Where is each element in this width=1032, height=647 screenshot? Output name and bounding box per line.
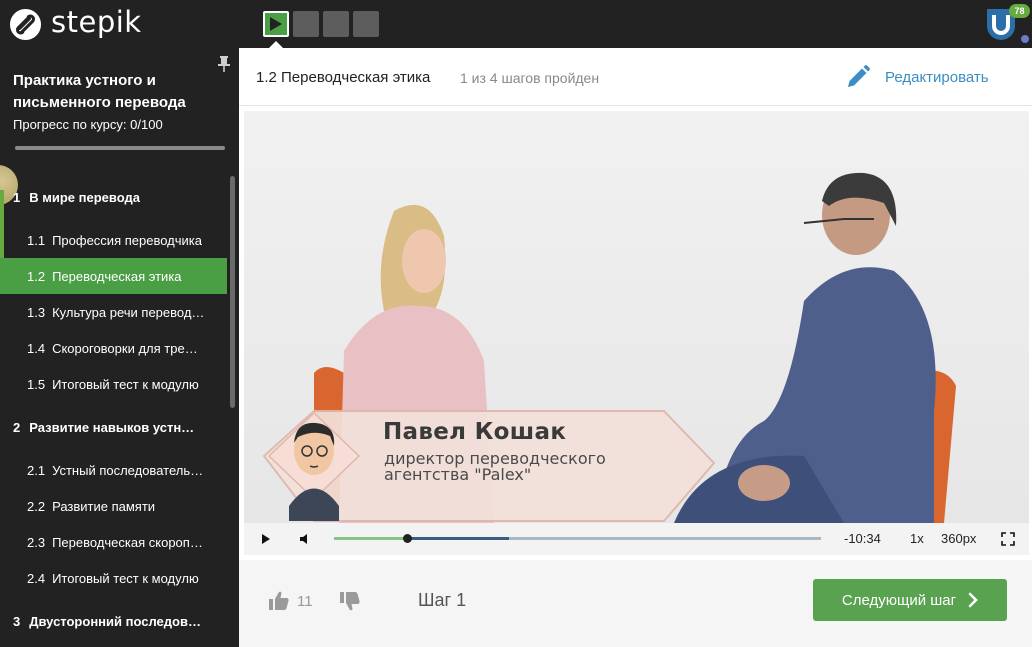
fullscreen-icon[interactable] [1001,532,1015,546]
woman-face [402,229,446,293]
sidebar-lesson[interactable]: 1.5 Итоговый тест к модулю [0,366,227,402]
video-frame[interactable]: Павел Кошак директор переводческого аген… [244,111,1029,523]
next-step-button[interactable]: Следующий шаг [813,579,1007,621]
likes-count: 11 [297,593,313,610]
sidebar-item-label: Двусторонний последов… [29,613,201,629]
sidebar-item-number: 2.3 [27,534,46,550]
sidebar-item-label: Итоговый тест к модулю [52,570,199,586]
video-timeline[interactable] [334,534,821,543]
logo-text: stepik [51,5,142,39]
sidebar-item-number: 2.2 [27,498,46,514]
timeline-buffered [407,537,510,540]
step-4[interactable] [353,11,379,37]
stepik-logo[interactable]: stepik [9,5,142,41]
thumbs-up-icon[interactable] [268,590,290,612]
sidebar-item-number: 1.4 [27,340,46,356]
sidebar-module[interactable]: 3 Двусторонний последов… [13,603,227,639]
course-progress-bar [15,146,225,150]
sidebar-lesson[interactable]: 2.2 Развитие памяти [0,488,227,524]
sidebar-lesson[interactable]: 2.3 Переводческая скороп… [0,524,227,560]
top-bar: stepik 78 [0,0,1032,48]
sidebar-scrollbar[interactable] [230,176,235,408]
man-hands [738,465,790,501]
lower-third-name: Павел Кошак [383,419,567,445]
sidebar-item-label: Развитие навыков устн… [29,419,195,435]
time-remaining: -10:34 [844,531,881,546]
video-player[interactable]: Павел Кошак директор переводческого аген… [244,111,1029,555]
sidebar-item-number: 1.3 [27,304,46,320]
active-step-pointer [269,41,283,48]
lesson-title: 1.2 Переводческая этика [256,69,431,86]
video-scene [262,172,956,523]
sidebar-item-number: 1.5 [27,376,46,392]
sidebar-item-number: 1.1 [27,232,46,248]
edit-label: Редактировать [885,68,989,86]
sidebar-item-label: В мире перевода [29,189,140,205]
edit-button[interactable]: Редактировать [845,64,989,90]
course-progress-text: Прогресс по курсу: 0/100 [13,117,163,132]
speed-button[interactable]: 1x [910,531,924,546]
quality-button[interactable]: 360px [941,531,976,546]
sidebar-item-label: Культура речи перевод… [52,304,205,320]
lesson-header: 1.2 Переводческая этика 1 из 4 шагов про… [239,48,1032,106]
thumbs-down-icon[interactable] [339,590,361,612]
sidebar-module[interactable]: 1 В мире перевода [13,179,227,215]
lower-third-role: директор переводческого агентства "Palex… [384,449,606,484]
next-step-label: Следующий шаг [841,591,957,609]
chevron-right-icon [968,592,978,608]
step-label: Шаг 1 [418,590,467,610]
status-dot [1021,35,1029,43]
step-navigator [263,11,379,37]
pin-icon[interactable] [217,56,231,72]
sidebar-lesson[interactable]: 2.1 Устный последователь… [0,452,227,488]
pencil-icon [848,65,870,87]
notifications-badge[interactable]: 78 [1009,4,1030,18]
video-controls: -10:34 1x 360px [244,523,1029,555]
sidebar-lesson[interactable]: 1.2 Переводческая этика [0,258,227,294]
sidebar-lesson[interactable]: 2.4 Итоговый тест к модулю [0,560,227,596]
timeline-knob[interactable] [403,534,413,543]
sidebar-item-label: Переводческая скороп… [52,534,203,550]
steps-passed-text: 1 из 4 шагов пройден [460,70,600,86]
step-2[interactable] [293,11,319,37]
volume-icon[interactable] [298,532,312,546]
sidebar-item-label: Итоговый тест к модулю [52,376,199,392]
play-icon [270,17,282,31]
play-icon[interactable] [260,532,272,546]
step-3[interactable] [323,11,349,37]
sidebar-item-number: 2.1 [27,462,46,478]
course-sidebar: Практика устного и письменного перевода … [0,48,239,647]
sidebar-item-number: 2 [13,419,21,435]
sidebar-item-number: 1.2 [27,268,46,284]
sidebar-item-number: 2.4 [27,570,46,586]
course-title[interactable]: Практика устного и письменного перевода [13,70,213,114]
sidebar-item-number: 1 [13,189,21,205]
sidebar-item-label: Устный последователь… [52,462,204,478]
step-1-video[interactable] [263,11,289,37]
stepik-logo-icon [9,8,42,40]
sidebar-item-number: 3 [13,613,21,629]
sidebar-item-label: Скороговорки для тре… [52,340,198,356]
sidebar-module[interactable]: 2 Развитие навыков устн… [13,409,227,445]
sidebar-lesson[interactable]: 1.3 Культура речи перевод… [0,294,227,330]
sidebar-item-label: Развитие памяти [52,498,156,514]
timeline-played [334,537,408,540]
sidebar-item-label: Профессия переводчика [52,232,202,248]
sidebar-item-label: Переводческая этика [52,268,182,284]
sidebar-lesson[interactable]: 1.1 Профессия переводчика [0,222,227,258]
sidebar-lesson[interactable]: 1.4 Скороговорки для тре… [0,330,227,366]
